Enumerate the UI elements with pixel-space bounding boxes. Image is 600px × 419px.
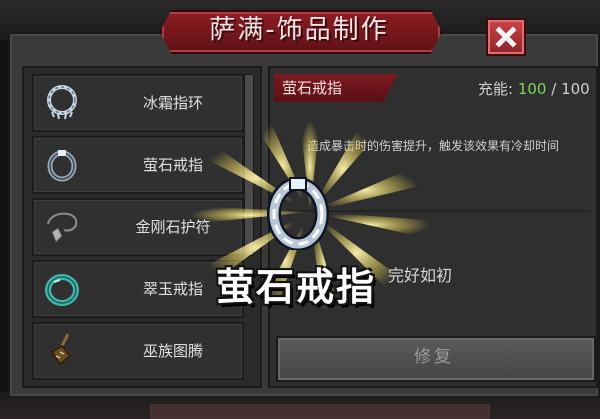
list-item-witch-totem[interactable]: 巫族图腾 [32,322,244,380]
repair-button-label[interactable]: 修复 [276,336,592,378]
fluorite-ring-icon [47,150,77,182]
window-title: 萨满-饰品制作 [209,15,389,45]
energy-max: 100 [561,80,590,98]
close-icon [495,26,517,48]
frost-ring-icon [47,85,77,120]
list-item-label: 巫族图腾 [142,342,203,360]
witch-totem-icon [50,333,72,366]
energy-label: 充能: [478,80,514,98]
popup-item-name: 萤石戒指 [216,265,377,309]
energy-current: 100 [517,80,547,98]
fluorite-ring-large-icon [267,177,329,250]
energy-readout: 充能: 100 / 100 [478,78,590,99]
close-button[interactable] [486,18,526,56]
diamond-amulet-icon [47,212,78,243]
bottom-strip [150,404,490,419]
jade-ring-icon [45,274,79,306]
energy-separator: / [546,80,562,98]
item-name: 萤石戒指 [282,79,343,97]
